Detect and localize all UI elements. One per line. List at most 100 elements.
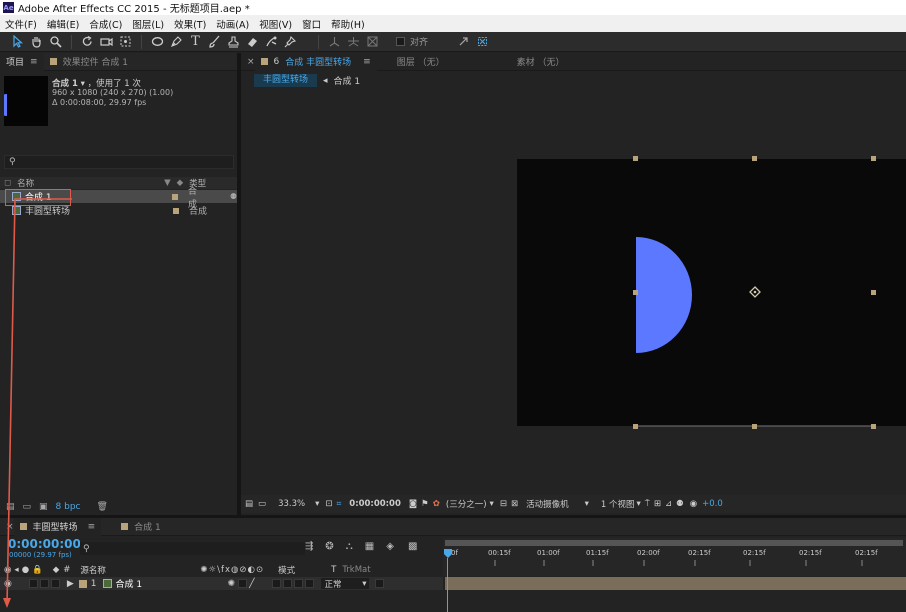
draft-3d-icon[interactable]: ❂ <box>325 541 333 552</box>
shy-layers-icon[interactable]: ⛬ <box>346 541 353 552</box>
graph-editor-icon[interactable]: ▩ <box>408 541 417 552</box>
pan-behind-tool-icon[interactable] <box>116 33 135 51</box>
label-column-icon[interactable]: ◻ <box>4 178 11 188</box>
audio-toggle[interactable] <box>28 579 38 588</box>
region-of-interest-icon[interactable]: ⊟ <box>500 499 507 509</box>
project-search-input[interactable] <box>18 157 219 167</box>
handle-bottom-right[interactable] <box>871 424 876 429</box>
clone-stamp-tool-icon[interactable] <box>224 33 243 51</box>
handle-bottom-mid[interactable] <box>752 424 757 429</box>
handle-mid-right[interactable] <box>871 290 876 295</box>
preserve-transparency-switch[interactable] <box>375 579 385 588</box>
camera-tool-icon[interactable] <box>97 33 116 51</box>
solo-icon[interactable]: ● <box>22 565 29 575</box>
menu-window[interactable]: 窗口 <box>302 17 321 31</box>
3d-layer-switch[interactable] <box>305 579 315 588</box>
label-color-icon[interactable] <box>172 193 178 200</box>
magnification-dropdown-icon[interactable]: ▾ <box>315 499 319 509</box>
show-channel-icon[interactable]: ⚑ <box>421 499 429 509</box>
roto-brush-tool-icon[interactable] <box>262 33 281 51</box>
panel-menu-icon[interactable]: ≡ <box>88 522 96 532</box>
panel-menu-icon[interactable]: ≡ <box>30 57 38 67</box>
delete-icon[interactable]: 🗑 <box>97 502 108 512</box>
timeline-search-field[interactable]: ⚲ <box>80 542 305 555</box>
layer-duration-bar[interactable] <box>445 577 906 590</box>
current-time-value[interactable]: 0:00:00:00 <box>349 499 401 509</box>
eraser-tool-icon[interactable] <box>243 33 262 51</box>
magnification-value[interactable]: 33.3% <box>278 499 305 509</box>
frame-blend-switch[interactable] <box>283 579 293 588</box>
color-channel-icon[interactable]: ✿ <box>433 499 440 509</box>
rotation-tool-icon[interactable] <box>78 33 97 51</box>
toggle-pixel-icon[interactable]: ⍑ <box>645 499 650 509</box>
label-color-icon[interactable] <box>78 579 87 588</box>
blend-mode-select[interactable]: 正常 ▾ <box>321 578 370 590</box>
close-tab-icon[interactable]: × <box>6 522 14 532</box>
menu-animation[interactable]: 动画(A) <box>216 17 249 31</box>
expand-panel-icon[interactable] <box>454 33 473 51</box>
exposure-reset-icon[interactable]: ◉ <box>690 499 697 509</box>
column-name[interactable]: 名称 <box>17 177 34 189</box>
interpret-footage-icon[interactable]: ▤ <box>6 502 15 512</box>
resolution-dropdown-icon[interactable]: ▾ <box>490 499 494 509</box>
snapshot-icon[interactable]: ◙ <box>409 499 417 509</box>
menu-file[interactable]: 文件(F) <box>5 17 37 31</box>
tab-timeline-transition[interactable]: 丰圆型转场 ≡ <box>13 517 102 536</box>
time-ruler[interactable]: 0f 00:15f 01:00f 01:15f 02:00f 02:15f 02… <box>443 538 906 576</box>
flowchart-icon[interactable]: ⚉ <box>230 192 237 201</box>
layer-name[interactable]: 合成 1 <box>116 577 228 590</box>
timeline-link-icon[interactable]: ⊿ <box>665 499 672 509</box>
tab-project[interactable]: 项目 ≡ <box>0 52 44 71</box>
label-color-icon[interactable] <box>173 207 179 214</box>
view-axis-mode-icon[interactable] <box>363 33 382 51</box>
motion-blur-switch[interactable] <box>294 579 304 588</box>
column-trkmat[interactable]: TrkMat <box>342 565 370 575</box>
monitor-icon[interactable]: ▭ <box>258 499 266 509</box>
exposure-value[interactable]: +0.0 <box>702 499 723 509</box>
project-bpc[interactable]: 8 bpc <box>56 502 81 512</box>
collapse-switch-icon[interactable]: ✺ <box>228 579 236 589</box>
sort-arrow-icon[interactable]: ▼ <box>164 178 171 188</box>
handle-top-left[interactable] <box>633 156 638 161</box>
world-axis-mode-icon[interactable] <box>344 33 363 51</box>
always-preview-icon[interactable]: ▤ <box>245 499 253 509</box>
puppet-pin-tool-icon[interactable] <box>281 33 300 51</box>
effects-switch[interactable] <box>272 579 282 588</box>
flowchart-icon[interactable]: ⚉ <box>676 499 684 509</box>
brush-tool-icon[interactable] <box>205 33 224 51</box>
handle-bottom-left[interactable] <box>633 424 638 429</box>
timeline-timecode[interactable]: 0:00:00:00 <box>8 537 81 551</box>
tab-timeline-comp1[interactable]: 合成 1 <box>115 518 167 536</box>
video-eye-icon[interactable]: ◉ <box>4 579 12 589</box>
comp-mini-flowchart-icon[interactable]: ⇶ <box>305 541 313 552</box>
transparency-grid-icon[interactable]: ⊠ <box>511 499 518 509</box>
lock-column-icon[interactable]: 🔒 <box>32 565 43 575</box>
snap-grid-icon[interactable] <box>473 33 492 51</box>
ellipse-tool-icon[interactable] <box>148 33 167 51</box>
snapping-checkbox[interactable] <box>396 37 405 46</box>
menu-composition[interactable]: 合成(C) <box>89 17 122 31</box>
motion-blur-icon[interactable]: ◈ <box>386 541 394 552</box>
solo-toggle[interactable] <box>39 579 49 588</box>
project-search-field[interactable]: ⚲ <box>4 155 234 169</box>
menu-layer[interactable]: 图层(L) <box>132 17 164 31</box>
grid-guides-icon[interactable]: ⊡ <box>325 499 332 509</box>
view-layout-value[interactable]: 1 个视图 <box>601 498 635 510</box>
audio-toggle-icon[interactable]: ◂ <box>14 565 18 575</box>
label-tag-icon[interactable]: ◆ <box>177 178 184 188</box>
hand-tool-icon[interactable] <box>27 33 46 51</box>
type-tool-icon[interactable]: T <box>186 33 205 51</box>
menu-effect[interactable]: 效果(T) <box>174 17 206 31</box>
zoom-tool-icon[interactable] <box>46 33 65 51</box>
quality-switch[interactable] <box>238 579 248 588</box>
handle-top-mid[interactable] <box>752 156 757 161</box>
menu-edit[interactable]: 编辑(E) <box>47 17 79 31</box>
label-column-icon[interactable]: ◆ <box>53 565 60 575</box>
column-t[interactable]: T <box>331 565 336 575</box>
resolution-value[interactable]: (三分之一) <box>446 498 487 510</box>
menu-view[interactable]: 视图(V) <box>259 17 292 31</box>
handle-mid-left[interactable] <box>633 290 638 295</box>
half-circle-shape[interactable] <box>636 237 692 353</box>
expand-arrow-icon[interactable]: ▶ <box>67 579 74 589</box>
playhead-current-time-indicator[interactable] <box>443 549 453 559</box>
